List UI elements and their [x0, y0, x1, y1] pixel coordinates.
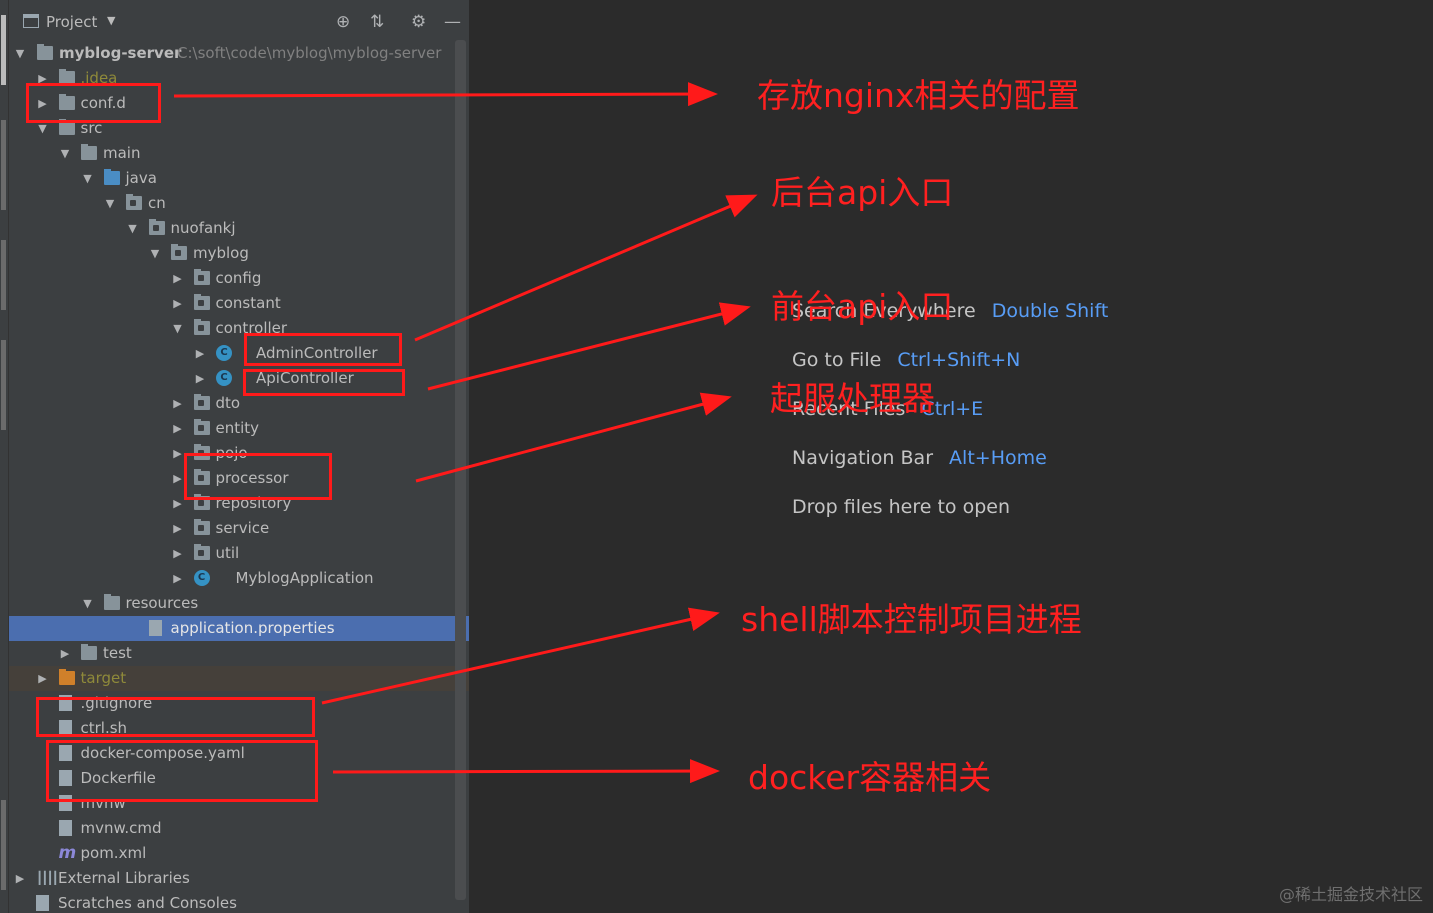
annotation-nginx: 存放nginx相关的配置: [757, 76, 1080, 115]
watermark: @稀土掘金技术社区: [1278, 885, 1423, 904]
annotation-shell: shell脚本控制项目进程: [741, 600, 1082, 639]
arrow-nginx: [173, 82, 718, 107]
arrow-shell: [321, 607, 720, 705]
annotation-admin-api: 后台api入口: [771, 173, 954, 212]
annotation-arrows: [173, 82, 758, 784]
arrow-processor: [415, 392, 732, 483]
annotation-docker: docker容器相关: [748, 758, 992, 797]
arrow-front: [427, 302, 751, 391]
arrow-docker: [332, 759, 720, 784]
annotation-processor: 起服处理器: [770, 379, 935, 418]
annotation-front-api: 前台api入口: [771, 287, 954, 326]
